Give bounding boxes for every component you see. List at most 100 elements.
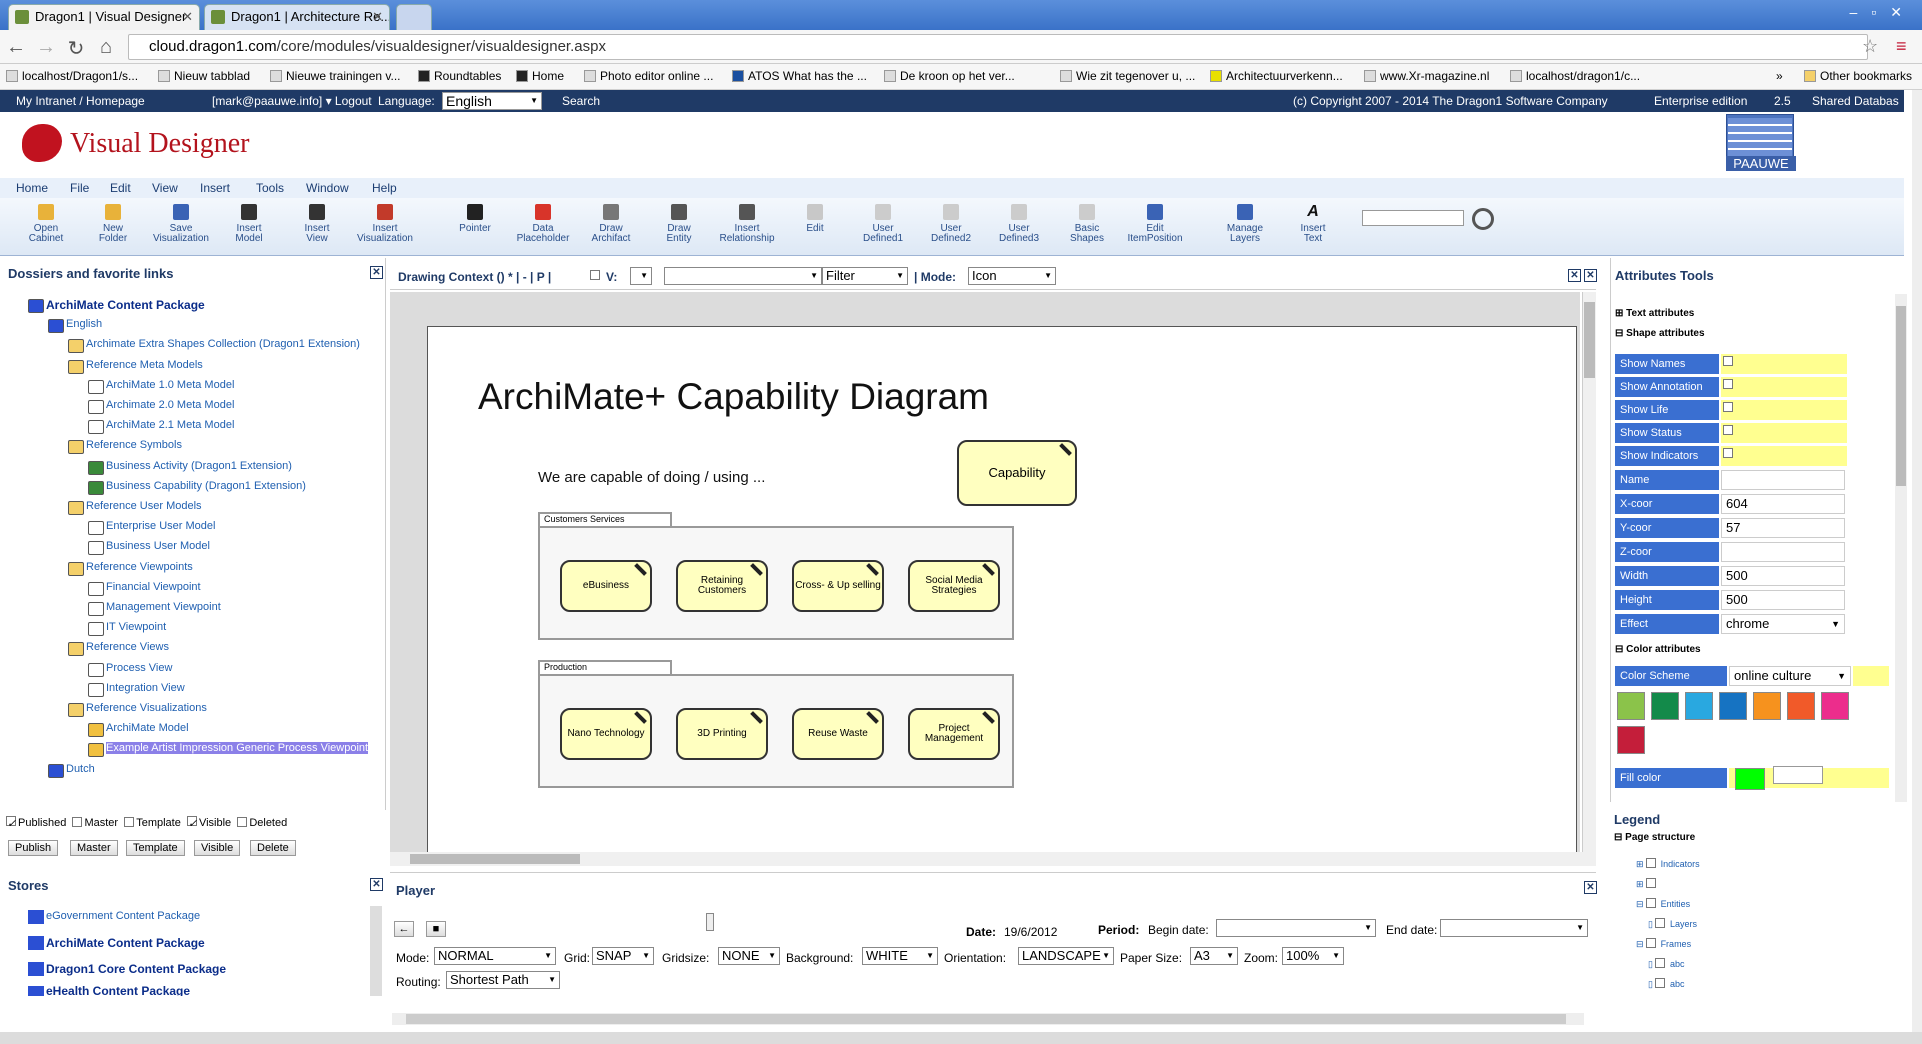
menu-view[interactable]: View	[152, 178, 178, 198]
close-panel-icon[interactable]: ✕	[370, 266, 383, 279]
template-checkbox[interactable]: Template	[124, 817, 181, 829]
publish-button[interactable]: Publish	[8, 840, 59, 856]
menu-tools[interactable]: Tools	[256, 178, 284, 198]
menu-home[interactable]: Home	[16, 178, 48, 198]
tree-item[interactable]: Business Activity (Dragon1 Extension)	[106, 460, 292, 472]
tree-item[interactable]: Reference Symbols	[86, 439, 182, 451]
user-logout-link[interactable]: [mark@paauwe.info] ▾ Logout	[212, 90, 372, 112]
data-placeholder-button[interactable]: Data Placeholder	[510, 204, 576, 244]
home-icon[interactable]: ⌂	[94, 36, 118, 59]
store-item[interactable]: ArchiMate Content Package	[46, 936, 205, 950]
mode-select[interactable]: Icon	[968, 267, 1056, 285]
new-tab-button[interactable]	[396, 4, 432, 30]
insert-relationship-button[interactable]: Insert Relationship	[714, 204, 780, 244]
visible-checkbox[interactable]: ✓ Visible	[186, 816, 231, 830]
draw-entity-button[interactable]: Draw Entity	[646, 204, 712, 244]
paper-size-select[interactable]: A3	[1190, 947, 1238, 965]
bookmark-item[interactable]: Home	[516, 64, 564, 88]
capability-item[interactable]: Cross- & Up selling	[792, 560, 884, 612]
save-visualization-button[interactable]: Save Visualization	[148, 204, 214, 244]
browser-tab[interactable]: Dragon1 | Architecture Re... ✕	[204, 4, 390, 30]
insert-text-button[interactable]: A Insert Text	[1280, 204, 1346, 244]
begin-date-input[interactable]	[1216, 919, 1376, 937]
show-annotation-checkbox[interactable]	[1721, 377, 1847, 397]
tree-item[interactable]: ArchiMate 2.1 Meta Model	[106, 419, 234, 431]
tree-item[interactable]: Dutch	[66, 763, 95, 775]
legend-item[interactable]: ⊟ Frames	[1636, 938, 1691, 950]
menu-edit[interactable]: Edit	[110, 178, 131, 198]
tree-item[interactable]: ArchiMate Content Package	[46, 298, 205, 312]
language-select[interactable]: English ▼	[442, 92, 542, 110]
v-select[interactable]	[630, 267, 652, 285]
width-field[interactable]: 500	[1721, 566, 1845, 586]
color-swatch[interactable]	[1651, 692, 1679, 720]
tree-item[interactable]: Reference Meta Models	[86, 359, 203, 371]
end-date-input[interactable]	[1440, 919, 1588, 937]
timeline-slider[interactable]	[706, 913, 714, 931]
name-field[interactable]	[1721, 470, 1845, 490]
manage-layers-button[interactable]: Manage Layers	[1212, 204, 1278, 244]
bookmark-item[interactable]: ATOS What has the ...	[732, 64, 867, 88]
z-coor-field[interactable]	[1721, 542, 1845, 562]
user-defined1-button[interactable]: User Defined1	[850, 204, 916, 244]
browser-tab-active[interactable]: Dragon1 | Visual Designer ✕	[8, 4, 200, 30]
x-coor-field[interactable]: 604	[1721, 494, 1845, 514]
master-button[interactable]: Master	[70, 840, 118, 856]
capability-item[interactable]: Reuse Waste	[792, 708, 884, 760]
canvas-vertical-scrollbar[interactable]	[1582, 292, 1596, 852]
tree-item[interactable]: Integration View	[106, 682, 185, 694]
capability-item[interactable]: eBusiness	[560, 560, 652, 612]
bookmark-item[interactable]: De kroon op het ver...	[884, 64, 1015, 88]
color-scheme-select[interactable]: online culture ▼	[1729, 666, 1851, 686]
tree-item[interactable]: Reference Viewpoints	[86, 561, 193, 573]
edit-button[interactable]: Edit	[782, 204, 848, 234]
page-scrollbar[interactable]	[1912, 90, 1922, 1032]
tree-item[interactable]: Business Capability (Dragon1 Extension)	[106, 480, 306, 492]
effect-select[interactable]: chrome ▼	[1721, 614, 1845, 634]
bookmark-item[interactable]: localhost/dragon1/c...	[1510, 64, 1640, 88]
tree-item[interactable]: ArchiMate Model	[106, 722, 189, 734]
menu-file[interactable]: File	[70, 178, 89, 198]
intranet-link[interactable]: My Intranet / Homepage	[16, 90, 145, 112]
color-attributes-toggle[interactable]: ⊟ Color attributes	[1615, 644, 1701, 655]
master-checkbox[interactable]: Master	[72, 817, 118, 829]
bookmark-item[interactable]: Wie zit tegenover u, ...	[1060, 64, 1195, 88]
legend-item[interactable]: ▯ abc	[1648, 958, 1684, 970]
tree-item[interactable]: English	[66, 318, 102, 330]
search-link[interactable]: Search	[562, 90, 600, 112]
close-tab-icon[interactable]: ✕	[182, 5, 193, 29]
player-scrollbar[interactable]	[392, 1013, 1584, 1025]
capability-item[interactable]: Retaining Customers	[676, 560, 768, 612]
menu-window[interactable]: Window	[306, 178, 349, 198]
url-input[interactable]: cloud.dragon1.com/core/modules/visualdes…	[128, 34, 1868, 60]
filter-select[interactable]: Filter	[822, 267, 908, 285]
open-cabinet-button[interactable]: Open Cabinet	[13, 204, 79, 244]
color-swatch[interactable]	[1617, 692, 1645, 720]
tree-item[interactable]: Archimate Extra Shapes Collection (Drago…	[86, 338, 360, 350]
deleted-checkbox[interactable]: Deleted	[237, 817, 287, 829]
bookmarks-overflow[interactable]: »	[1776, 64, 1783, 88]
show-indicators-checkbox[interactable]	[1721, 446, 1847, 466]
back-icon[interactable]: ←	[4, 36, 28, 59]
fill-color-input[interactable]	[1773, 766, 1823, 784]
color-swatch[interactable]	[1787, 692, 1815, 720]
text-attributes-toggle[interactable]: ⊞ Text attributes	[1615, 308, 1694, 319]
capability-item[interactable]: Project Management	[908, 708, 1000, 760]
forward-icon[interactable]: →	[34, 36, 58, 59]
close-panel-icon[interactable]: ✕	[1584, 269, 1597, 282]
close-tab-icon[interactable]: ✕	[372, 5, 383, 29]
zoom-select[interactable]: 100%	[1282, 947, 1344, 965]
attributes-scrollbar[interactable]	[1895, 294, 1907, 804]
height-field[interactable]: 500	[1721, 590, 1845, 610]
rewind-button[interactable]: ←	[394, 921, 414, 937]
color-swatch[interactable]	[1719, 692, 1747, 720]
user-defined2-button[interactable]: User Defined2	[918, 204, 984, 244]
close-panel-icon[interactable]: ✕	[1584, 881, 1597, 894]
delete-button[interactable]: Delete	[250, 840, 296, 856]
diagram-subtitle[interactable]: We are capable of doing / using ...	[538, 469, 765, 486]
window-controls[interactable]: –▫✕	[1850, 4, 1916, 21]
gridsize-select[interactable]: NONE	[718, 947, 780, 965]
legend-item[interactable]: ⊞	[1636, 878, 1658, 890]
color-swatch[interactable]	[1821, 692, 1849, 720]
menu-insert[interactable]: Insert	[200, 178, 230, 198]
